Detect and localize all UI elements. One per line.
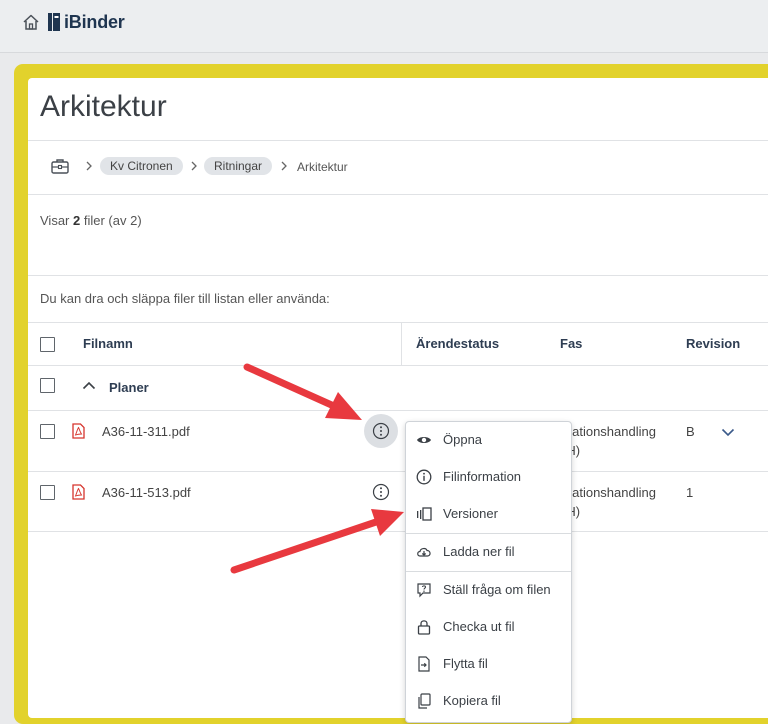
divider — [28, 531, 768, 532]
eye-icon — [417, 437, 431, 443]
chevron-right-icon — [86, 161, 92, 171]
group-checkbox[interactable] — [40, 378, 55, 393]
chevron-right-icon — [281, 161, 287, 171]
top-bar: iBinder — [0, 0, 768, 53]
page-title: Arkitektur — [40, 90, 167, 123]
chevron-up-icon[interactable] — [82, 381, 96, 390]
file-name[interactable]: A36-11-311.pdf — [102, 424, 190, 439]
home-icon[interactable] — [22, 13, 40, 31]
cloud-download-icon — [417, 547, 431, 557]
breadcrumb-item-ritningar[interactable]: Ritningar — [204, 157, 273, 175]
move-file-icon — [418, 656, 430, 672]
menu-item-filinformation[interactable]: Filinformation — [406, 459, 571, 495]
select-all-checkbox[interactable] — [40, 337, 55, 352]
briefcase-icon[interactable] — [51, 158, 69, 174]
pdf-file-icon — [72, 484, 85, 500]
menu-item-oppna[interactable]: Öppna — [406, 422, 571, 458]
menu-item-kopiera-fil[interactable]: Kopiera fil — [406, 683, 571, 719]
copy-file-icon — [418, 693, 431, 709]
kebab-menu-icon — [372, 483, 390, 501]
divider — [28, 140, 768, 141]
group-label: Planer — [109, 380, 149, 395]
divider — [28, 471, 768, 472]
breadcrumb-item-kv-citronen[interactable]: Kv Citronen — [100, 157, 183, 175]
fas-cell: elationshandling — [562, 485, 656, 500]
drop-hint: Du kan dra och släppa filer till listan … — [40, 291, 330, 306]
column-header-revision[interactable]: Revision — [686, 336, 740, 351]
divider — [28, 194, 768, 195]
revision-cell: 1 — [686, 485, 694, 500]
ibinder-logo-mark — [48, 13, 60, 31]
divider — [28, 365, 768, 366]
more-options-button[interactable] — [364, 475, 398, 509]
row-checkbox[interactable] — [40, 424, 55, 439]
info-icon — [416, 469, 432, 485]
menu-item-flytta-fil[interactable]: Flytta fil — [406, 646, 571, 682]
column-divider — [401, 323, 402, 365]
menu-item-stall-fraga[interactable]: Ställ fråga om filen — [406, 572, 571, 608]
chevron-right-icon — [191, 161, 197, 171]
pdf-file-icon — [72, 423, 85, 439]
menu-item-ladda-ner-fil[interactable]: Ladda ner fil — [406, 534, 571, 570]
divider — [28, 275, 768, 276]
question-icon — [417, 583, 431, 598]
column-header-fas[interactable]: Fas — [560, 336, 582, 351]
main-panel: Arkitektur Kv Citronen Ritningar Arkitek… — [28, 78, 768, 718]
more-options-button[interactable] — [364, 414, 398, 448]
context-menu: Öppna Filinformation Versioner Ladda ner… — [405, 421, 572, 723]
file-count: Visar 2 filer (av 2) — [40, 213, 142, 228]
breadcrumb-current: Arkitektur — [297, 160, 348, 174]
column-header-filnamn[interactable]: Filnamn — [83, 336, 133, 351]
divider — [28, 322, 768, 323]
revision-cell: B — [686, 424, 695, 439]
file-name[interactable]: A36-11-513.pdf — [102, 485, 191, 500]
column-header-arendestatus[interactable]: Ärendestatus — [416, 336, 499, 351]
divider — [28, 410, 768, 411]
versions-icon — [417, 507, 432, 521]
menu-item-versioner[interactable]: Versioner — [406, 496, 571, 532]
fas-cell: elationshandling — [562, 424, 656, 439]
lock-icon — [417, 620, 431, 635]
chevron-down-icon[interactable] — [721, 428, 735, 437]
ibinder-logo[interactable]: iBinder — [48, 11, 125, 33]
kebab-menu-icon — [372, 422, 390, 440]
row-checkbox[interactable] — [40, 485, 55, 500]
logo-text: iBinder — [64, 11, 125, 32]
menu-item-checka-ut-fil[interactable]: Checka ut fil — [406, 609, 571, 645]
